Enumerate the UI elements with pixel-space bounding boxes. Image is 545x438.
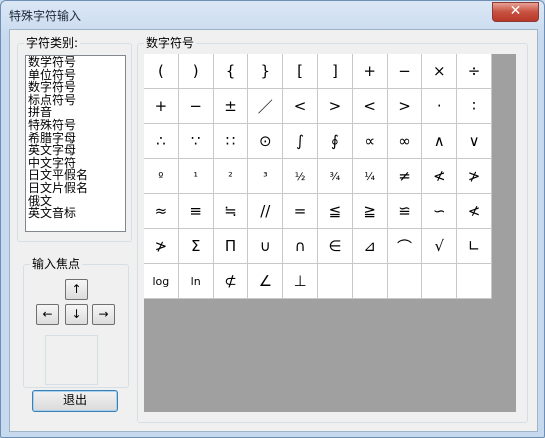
symbol-cell[interactable]: ∈ (317, 229, 353, 264)
symbol-cell[interactable]: ½ (283, 159, 318, 194)
list-item[interactable]: 英文字母 (26, 144, 125, 157)
arrow-left-icon: ← (42, 307, 53, 321)
symbol-cell[interactable]: ⌒ (387, 229, 423, 264)
close-button[interactable]: ✕ (492, 2, 539, 22)
symbol-cell[interactable]: ≧ (352, 194, 388, 229)
focus-left-button[interactable]: ← (36, 304, 59, 325)
symbol-cell[interactable]: ∵ (178, 124, 214, 159)
symbol-cell[interactable]: − (387, 54, 423, 89)
arrow-up-icon: ↑ (71, 282, 82, 296)
symbol-cell[interactable] (457, 264, 492, 299)
symbol-cell[interactable]: − (178, 89, 214, 124)
symbol-cell[interactable]: > (387, 89, 423, 124)
symbol-cell[interactable]: ∨ (457, 124, 492, 159)
list-item[interactable]: 日文片假名 (26, 182, 125, 195)
symbol-cell[interactable]: Π (213, 229, 249, 264)
symbol-cell[interactable]: ∠ (248, 264, 284, 299)
symbol-cell[interactable]: ln (178, 264, 214, 299)
list-item[interactable]: 数学符号 (26, 56, 125, 69)
symbol-cell[interactable]: + (144, 89, 179, 124)
symbol-cell[interactable]: ≈ (144, 194, 179, 229)
symbol-cell[interactable]: ⊄ (213, 264, 249, 299)
symbol-cell[interactable]: ≯ (457, 159, 492, 194)
symbol-cell[interactable]: ∷ (213, 124, 249, 159)
symbol-grid: (){}[] + − × ÷ + − ± ／ < > < > · ∶ ∴ ∵ ∷ ⊙ ∫ ∮ ∝ ∞ ∧ ∨ º ¹ ² ³ ½ ¾ ¼ ≠ ≮ ≯… (144, 54, 492, 299)
symbol-cell[interactable]: Σ (178, 229, 214, 264)
focus-down-button[interactable]: ↓ (65, 304, 88, 325)
symbol-cell[interactable]: · (422, 89, 458, 124)
symbol-cell[interactable]: ³ (248, 159, 284, 194)
symbol-cell[interactable] (387, 264, 423, 299)
symbol-cell[interactable]: ∮ (317, 124, 353, 159)
window-title: 特殊字符输入 (9, 9, 82, 23)
symbol-cell[interactable]: ≠ (387, 159, 423, 194)
symbol-cell[interactable] (317, 264, 353, 299)
dialog-client-area: 字符类别: 数学符号 单位符号 数字符号 标点符号 拼音 特殊符号 希腊字母 英… (9, 29, 538, 432)
symbol-cell[interactable]: ∝ (352, 124, 388, 159)
symbol-cell[interactable] (422, 264, 458, 299)
symbol-cell[interactable]: } (248, 54, 284, 89)
symbols-group-label: 数字符号 (144, 36, 197, 50)
symbol-cell[interactable]: ⊿ (352, 229, 388, 264)
symbol-cell[interactable]: ² (213, 159, 249, 194)
symbol-cell[interactable]: ≦ (317, 194, 353, 229)
symbol-cell[interactable]: ≯ (144, 229, 179, 264)
symbol-cell[interactable]: ⊥ (283, 264, 318, 299)
symbol-cell[interactable]: ≒ (213, 194, 249, 229)
list-item[interactable]: 英文音标 (26, 207, 125, 220)
symbol-cell[interactable]: ／ (248, 89, 284, 124)
symbol-cell[interactable]: ) (178, 54, 214, 89)
focus-group-label: 输入焦点 (30, 257, 83, 271)
symbol-cell[interactable]: ∞ (387, 124, 423, 159)
symbol-cell[interactable]: √ (422, 229, 458, 264)
symbol-cell[interactable]: { (213, 54, 249, 89)
symbol-cell[interactable]: > (317, 89, 353, 124)
symbol-preview (45, 335, 98, 385)
category-listbox[interactable]: 数学符号 单位符号 数字符号 标点符号 拼音 特殊符号 希腊字母 英文字母 中文… (25, 55, 126, 232)
symbol-cell[interactable]: ± (213, 89, 249, 124)
symbol-cell[interactable]: ∶ (457, 89, 492, 124)
symbol-cell[interactable]: ≮ (422, 159, 458, 194)
focus-right-button[interactable]: → (92, 304, 115, 325)
symbol-cell[interactable]: º (144, 159, 179, 194)
symbol-cell[interactable]: ∴ (144, 124, 179, 159)
symbol-cell[interactable]: ∫ (283, 124, 318, 159)
symbol-cell[interactable]: + (352, 54, 388, 89)
symbol-cell[interactable]: ≌ (387, 194, 423, 229)
symbol-cell[interactable]: < (283, 89, 318, 124)
symbol-cell[interactable]: × (422, 54, 458, 89)
symbol-cell[interactable]: ¹ (178, 159, 214, 194)
symbol-cell[interactable]: ≡ (178, 194, 214, 229)
dialog-window: 特殊字符输入 ✕ 字符类别: 数学符号 单位符号 数字符号 标点符号 拼音 特殊… (0, 0, 545, 438)
focus-up-button[interactable]: ↑ (65, 279, 88, 300)
symbol-cell[interactable]: ¾ (317, 159, 353, 194)
arrow-right-icon: → (98, 307, 109, 321)
symbol-cell[interactable]: ∪ (248, 229, 284, 264)
symbol-cell[interactable] (352, 264, 388, 299)
symbol-cell[interactable]: ⊙ (248, 124, 284, 159)
symbol-cell[interactable]: ∧ (422, 124, 458, 159)
close-icon: ✕ (509, 3, 522, 19)
symbol-cell[interactable]: ≮ (457, 194, 492, 229)
symbol-cell[interactable]: ∟ (457, 229, 492, 264)
list-item[interactable]: 特殊符号 (26, 119, 125, 132)
symbol-cell[interactable]: ] (317, 54, 353, 89)
arrow-down-icon: ↓ (71, 307, 82, 321)
symbol-cell[interactable]: ∽ (422, 194, 458, 229)
symbol-cell[interactable]: ¼ (352, 159, 388, 194)
symbol-cell[interactable]: ÷ (457, 54, 492, 89)
symbol-cell[interactable]: < (352, 89, 388, 124)
symbol-cell[interactable]: // (248, 194, 284, 229)
symbol-cell[interactable]: ( (144, 54, 179, 89)
title-bar: 特殊字符输入 ✕ (1, 1, 544, 28)
list-item[interactable]: 数字符号 (26, 81, 125, 94)
symbol-cell[interactable]: log (144, 264, 179, 299)
symbol-cell[interactable]: ∩ (283, 229, 318, 264)
exit-button[interactable]: 退出 (32, 390, 118, 412)
category-group-label: 字符类别: (24, 36, 81, 50)
symbol-cell[interactable]: = (283, 194, 318, 229)
symbol-cell[interactable]: [ (283, 54, 318, 89)
